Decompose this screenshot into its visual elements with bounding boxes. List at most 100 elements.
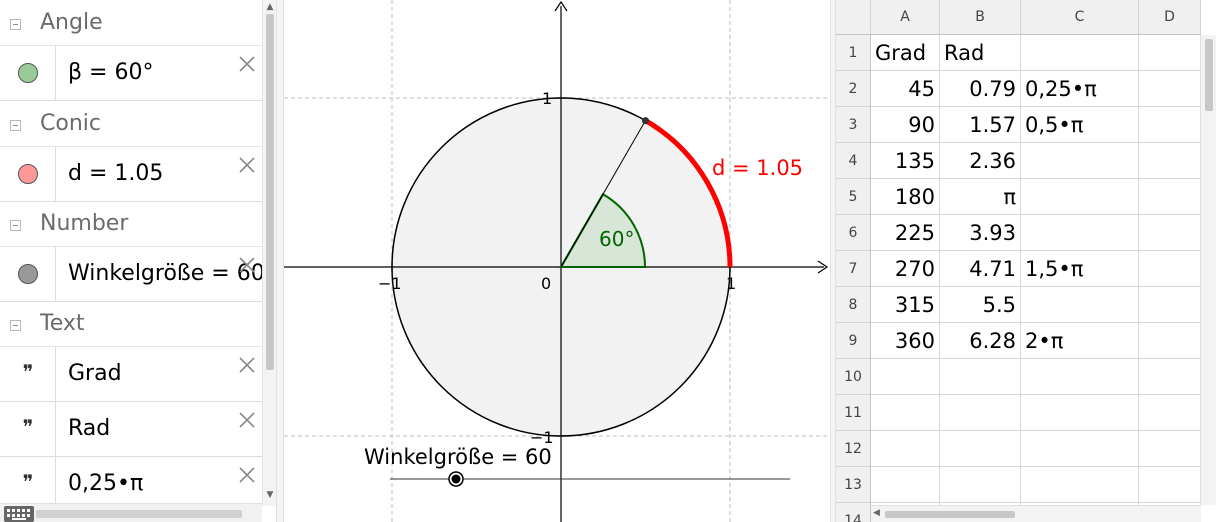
spreadsheet-cell[interactable]: 180 [871,179,940,215]
algebra-item-winkelgroesse[interactable]: Winkelgröße = 60 [0,247,262,302]
spreadsheet-cell[interactable] [1139,71,1201,107]
algebra-item-d[interactable]: d = 1.05 [0,147,262,202]
spreadsheet-cell[interactable] [1021,287,1139,323]
category-text[interactable]: Text [0,301,262,347]
row-header[interactable]: 8 [836,287,871,323]
visibility-toggle[interactable]: ❞ [0,402,56,456]
algebra-item-beta[interactable]: β = 60° [0,46,262,101]
marble-icon[interactable] [18,164,38,184]
collapse-icon[interactable] [10,120,21,131]
collapse-icon[interactable] [10,320,21,331]
visibility-toggle[interactable] [0,247,56,301]
corner-cell[interactable] [836,0,871,35]
row-header[interactable]: 1 [836,35,871,71]
category-number[interactable]: Number [0,201,262,247]
spreadsheet-vertical-scrollbar[interactable] [1200,35,1216,505]
spreadsheet-cell[interactable] [1021,179,1139,215]
row-header[interactable]: 12 [836,431,871,467]
panel-divider[interactable] [276,0,284,522]
spreadsheet-cell[interactable]: π [940,179,1021,215]
row-header[interactable]: 9 [836,323,871,359]
spreadsheet-cell[interactable] [1139,431,1201,467]
spreadsheet-cell[interactable] [940,395,1021,431]
visibility-toggle[interactable] [0,46,56,100]
spreadsheet-cell[interactable] [1021,143,1139,179]
scrollbar-thumb[interactable] [885,511,1015,518]
algebra-item-text[interactable]: Winkelgröße = 60 [68,261,262,286]
row-header[interactable]: 14 [836,503,871,522]
row-header[interactable]: 7 [836,251,871,287]
row-header[interactable]: 2 [836,71,871,107]
spreadsheet-cell[interactable]: Rad [940,35,1021,71]
spreadsheet-cell[interactable]: 5.5 [940,287,1021,323]
scrollbar-thumb[interactable] [266,14,274,370]
keyboard-icon[interactable] [4,506,34,522]
graphics-view[interactable]: −1 1 0 1 −1 d = 1.05 60° Winkelgröße = 6… [284,0,830,522]
scroll-down-icon[interactable]: ▼ [265,490,275,500]
spreadsheet-cell[interactable] [871,359,940,395]
spreadsheet-cell[interactable] [1139,395,1201,431]
spreadsheet-cell[interactable]: 90 [871,107,940,143]
spreadsheet-cell[interactable]: 315 [871,287,940,323]
row-header[interactable]: 5 [836,179,871,215]
scrollbar-thumb[interactable] [1205,39,1213,111]
arc-label[interactable]: d = 1.05 [712,156,803,180]
scrollbar-thumb[interactable] [36,510,242,518]
circle-point[interactable] [642,117,649,125]
spreadsheet-cell[interactable] [1139,287,1201,323]
algebra-item-text[interactable]: Rad [68,416,262,441]
algebra-item-text[interactable]: Grad [68,361,262,386]
spreadsheet-cell[interactable] [1021,359,1139,395]
delete-icon[interactable] [237,155,257,175]
algebra-item-text2[interactable]: ❞ Rad [0,402,262,457]
collapse-icon[interactable] [10,220,21,231]
spreadsheet-cell[interactable] [871,467,940,503]
slider-knob-center[interactable] [451,474,461,484]
spreadsheet-cell[interactable] [1021,35,1139,71]
spreadsheet-cell[interactable]: 1,5•π [1021,251,1139,287]
algebra-item-text[interactable]: 0,25•π [68,471,262,496]
spreadsheet-cell[interactable] [1021,431,1139,467]
spreadsheet-cell[interactable]: 0.79 [940,71,1021,107]
spreadsheet-cell[interactable]: 1.57 [940,107,1021,143]
spreadsheet-cell[interactable] [1139,359,1201,395]
row-header[interactable]: 6 [836,215,871,251]
visibility-toggle[interactable] [0,147,56,201]
spreadsheet-cell[interactable] [1021,467,1139,503]
column-header-b[interactable]: B [940,0,1021,35]
spreadsheet-cell[interactable] [1139,323,1201,359]
slider-label[interactable]: Winkelgröße = 60 [364,445,552,469]
spreadsheet-cell[interactable] [1139,107,1201,143]
column-header-d[interactable]: D [1139,0,1201,35]
visibility-toggle[interactable]: ❞ [0,347,56,401]
row-header[interactable]: 3 [836,107,871,143]
row-header[interactable]: 10 [836,359,871,395]
angle-label[interactable]: 60° [599,227,634,251]
algebra-item-text[interactable]: β = 60° [68,60,262,85]
collapse-icon[interactable] [10,19,21,30]
graphics-canvas[interactable]: −1 1 0 1 −1 d = 1.05 60° Winkelgröße = 6… [284,0,830,522]
algebra-item-text[interactable]: d = 1.05 [68,161,262,186]
spreadsheet-cell[interactable] [1139,35,1201,71]
spreadsheet-cell[interactable]: 135 [871,143,940,179]
spreadsheet-cell[interactable]: 0,5•π [1021,107,1139,143]
delete-icon[interactable] [237,54,257,74]
spreadsheet-cell[interactable]: 0,25•π [1021,71,1139,107]
delete-icon[interactable] [237,255,257,275]
spreadsheet-cell[interactable]: 360 [871,323,940,359]
spreadsheet-cell[interactable] [1139,143,1201,179]
spreadsheet-cell[interactable]: 3.93 [940,215,1021,251]
spreadsheet-cell[interactable]: 45 [871,71,940,107]
algebra-horizontal-scrollbar[interactable] [0,503,262,522]
row-header[interactable]: 13 [836,467,871,503]
spreadsheet-cell[interactable] [871,395,940,431]
spreadsheet-cell[interactable]: 225 [871,215,940,251]
category-conic[interactable]: Conic [0,101,262,147]
column-header-a[interactable]: A [871,0,940,35]
delete-icon[interactable] [237,355,257,375]
spreadsheet-cell[interactable]: 4.71 [940,251,1021,287]
spreadsheet-cell[interactable] [1021,215,1139,251]
text-quote-icon[interactable]: ❞ [17,471,39,493]
algebra-vertical-scrollbar[interactable]: ▲ ▼ [262,0,276,506]
spreadsheet-cell[interactable] [1139,179,1201,215]
